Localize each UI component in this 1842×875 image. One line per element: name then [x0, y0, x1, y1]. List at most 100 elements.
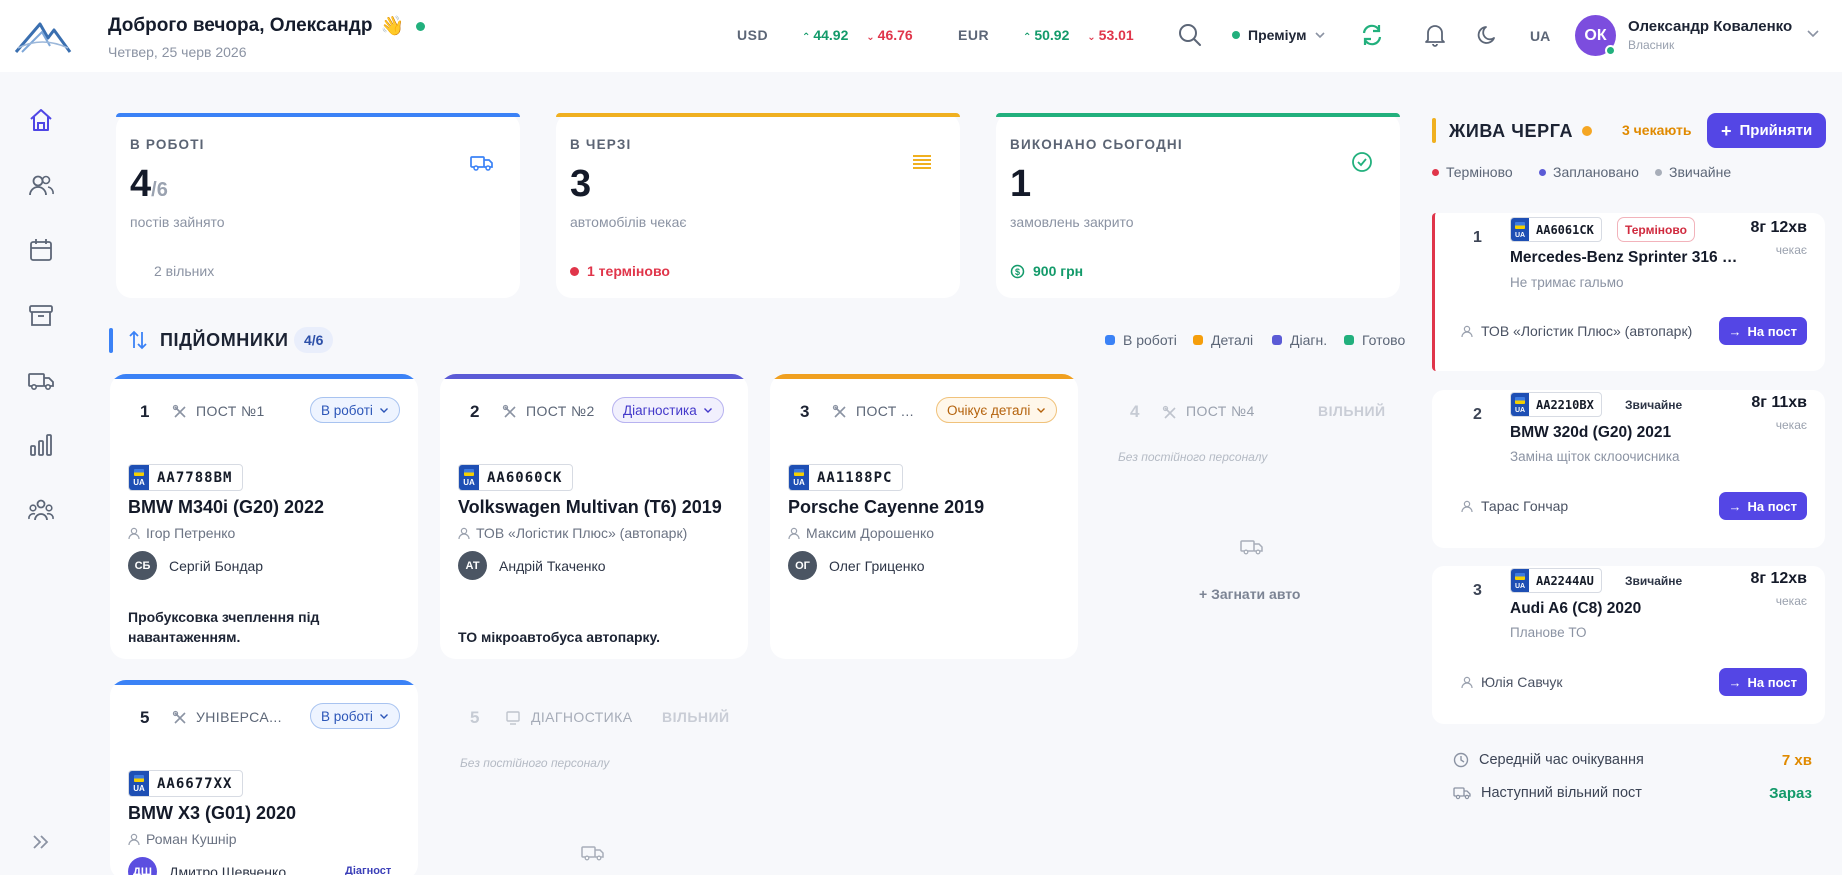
car-owner: ТОВ «Логістик Плюс» (автопарк) — [458, 525, 687, 541]
greeting-text: Доброго вечора, Олександр — [108, 15, 373, 36]
stat-accent-bar — [556, 113, 960, 117]
accept-button[interactable]: + Прийняти — [1707, 113, 1827, 148]
queue-item-2[interactable]: 2 UA AA2210BX Звичайне 8г 11хв чекає BMW … — [1432, 390, 1825, 548]
stat-footer: 2 вільних — [154, 263, 215, 279]
issue-description: Не тримає гальмо — [1510, 275, 1624, 290]
ua-flag-icon: UA — [1511, 218, 1529, 241]
app-logo[interactable] — [14, 18, 72, 56]
team-icon[interactable] — [27, 496, 55, 524]
to-post-button[interactable]: → На пост — [1718, 668, 1807, 696]
mechanic: СБ Сергій Бондар — [128, 551, 263, 580]
person-icon — [1461, 676, 1473, 688]
car-model: Audi A6 (C8) 2020 — [1510, 600, 1642, 617]
next-free-value: Зараз — [1769, 785, 1812, 802]
post-card-1[interactable]: 1 ПОСТ №1 В роботі UA AA7788BM BMW M340i … — [110, 374, 418, 659]
avg-wait-row: Середній час очікування — [1453, 752, 1644, 768]
legend-swatch — [1344, 335, 1354, 345]
car-model: Mercedes-Benz Sprinter 316 2... — [1510, 249, 1738, 266]
plan-selector[interactable]: Преміум — [1232, 27, 1326, 43]
chevron-down-icon — [1315, 32, 1325, 39]
lifts-count-badge: 4/6 — [294, 327, 334, 353]
post-number: 1 — [140, 402, 150, 421]
post-number: 4 — [1130, 402, 1140, 421]
post-number: 3 — [800, 402, 810, 421]
truck-icon[interactable] — [27, 366, 55, 394]
bell-icon[interactable] — [1422, 22, 1448, 48]
post-accent-bar — [110, 374, 418, 379]
post-number: 2 — [470, 402, 480, 421]
person-icon — [1461, 325, 1473, 337]
post-card-2[interactable]: 2 ПОСТ №2 Діагностика UA AA6060CK Volkswa… — [440, 374, 748, 659]
queue-item-3[interactable]: 3 UA AA2244AU Звичайне 8г 12хв чекає Audi… — [1432, 566, 1825, 724]
top-header: Доброго вечора, Олександр 👋 Четвер, 25 ч… — [0, 0, 1842, 72]
post-card-diagnostics-free[interactable]: 5 ДІАГНОСТИКА ВІЛЬНИЙ Без постійного пер… — [440, 680, 748, 875]
chevron-down-icon — [379, 714, 388, 719]
mechanic-avatar: ДШ — [128, 857, 157, 875]
drive-in-button[interactable]: + Загнати авто — [1199, 586, 1300, 602]
stat-label: В РОБОТІ — [130, 137, 205, 152]
status-dropdown[interactable]: Очікує деталі — [936, 397, 1058, 423]
mechanic: ОГ Олег Гриценко — [788, 551, 925, 580]
sort-icon[interactable] — [128, 329, 148, 351]
mechanic-name: Дмитро Шевченко — [169, 863, 287, 875]
clients-icon[interactable] — [27, 171, 55, 199]
tools-icon — [172, 710, 186, 724]
post-card-4-free[interactable]: 4 ПОСТ №4 ВІЛЬНИЙ Без постійного персона… — [1100, 374, 1408, 659]
refresh-icon[interactable] — [1359, 22, 1385, 48]
truck-icon — [581, 846, 604, 861]
ua-flag-icon: UA — [1511, 393, 1529, 416]
moon-icon[interactable] — [1475, 22, 1501, 48]
stat-value: 3 — [570, 163, 592, 205]
legend-in-work: В роботі — [1105, 332, 1177, 348]
currency-usd: USD ⌃ 44.92 ⌄ 46.76 — [737, 27, 913, 43]
arrow-down-icon: ⌄ — [866, 32, 875, 43]
sidebar — [0, 72, 82, 875]
legend-swatch — [1272, 335, 1282, 345]
language-switch[interactable]: UA — [1530, 28, 1550, 44]
legend-parts: Деталі — [1193, 332, 1253, 348]
status-dropdown[interactable]: В роботі — [310, 397, 400, 423]
car-model: Porsche Cayenne 2019 — [788, 497, 985, 517]
issue-description: Планове ТО — [1510, 625, 1587, 640]
job-note: Пробуксовка зчеплення під навантаженням. — [128, 609, 320, 645]
wait-label: чекає — [1775, 418, 1807, 432]
user-name[interactable]: Олександр Коваленко — [1628, 18, 1792, 35]
section-accent-bar — [109, 328, 113, 353]
wait-time: 8г 12хв — [1750, 570, 1807, 587]
post-accent-bar — [440, 374, 748, 379]
expand-sidebar-icon[interactable] — [27, 828, 55, 856]
to-post-button[interactable]: → На пост — [1718, 317, 1807, 345]
license-plate: UA AA1188PC — [788, 464, 904, 491]
stat-accent-bar — [116, 113, 520, 117]
archive-icon[interactable] — [27, 301, 55, 329]
car-owner: Роман Кушнір — [128, 831, 237, 847]
truck-icon — [1453, 787, 1471, 800]
mechanic-name: Сергій Бондар — [169, 557, 264, 574]
calendar-icon[interactable] — [27, 236, 55, 264]
client: Тарас Гончар — [1461, 498, 1568, 514]
legend-normal: Звичайне — [1655, 164, 1731, 180]
post-accent-bar — [770, 374, 1078, 379]
mechanic: АТ Андрій Ткаченко — [458, 551, 606, 580]
rate-buy: ⌃ 44.92 — [801, 27, 849, 43]
queue-list-icon — [913, 155, 931, 169]
arrow-right-icon: → — [1728, 674, 1742, 690]
queue-item-1[interactable]: 1 UA AA6061CK Терміново 8г 12хв чекає Mer… — [1432, 213, 1825, 371]
status-dropdown[interactable]: В роботі — [310, 703, 400, 729]
analytics-icon[interactable] — [27, 431, 55, 459]
post-card-5[interactable]: 5 УНІВЕРСА... В роботі UA AA6677XX BMW X3… — [110, 680, 418, 875]
wave-icon: 👋 — [380, 16, 405, 37]
wait-label: чекає — [1775, 594, 1807, 608]
home-icon[interactable] — [27, 106, 55, 134]
urgent-dot — [570, 266, 579, 276]
chevron-down-icon[interactable] — [1806, 26, 1820, 40]
mechanic-avatar: АТ — [458, 551, 487, 580]
post-accent-bar — [110, 680, 418, 685]
search-icon[interactable] — [1177, 22, 1203, 48]
client: Юлія Савчук — [1461, 674, 1563, 690]
post-card-3[interactable]: 3 ПОСТ ... Очікує деталі UA AA1188PC Pors… — [770, 374, 1078, 659]
greeting-block: Доброго вечора, Олександр 👋 Четвер, 25 ч… — [108, 14, 426, 60]
to-post-button[interactable]: → На пост — [1718, 492, 1807, 520]
queue-live-dot — [1582, 126, 1592, 136]
status-dropdown[interactable]: Діагностика — [612, 397, 724, 423]
